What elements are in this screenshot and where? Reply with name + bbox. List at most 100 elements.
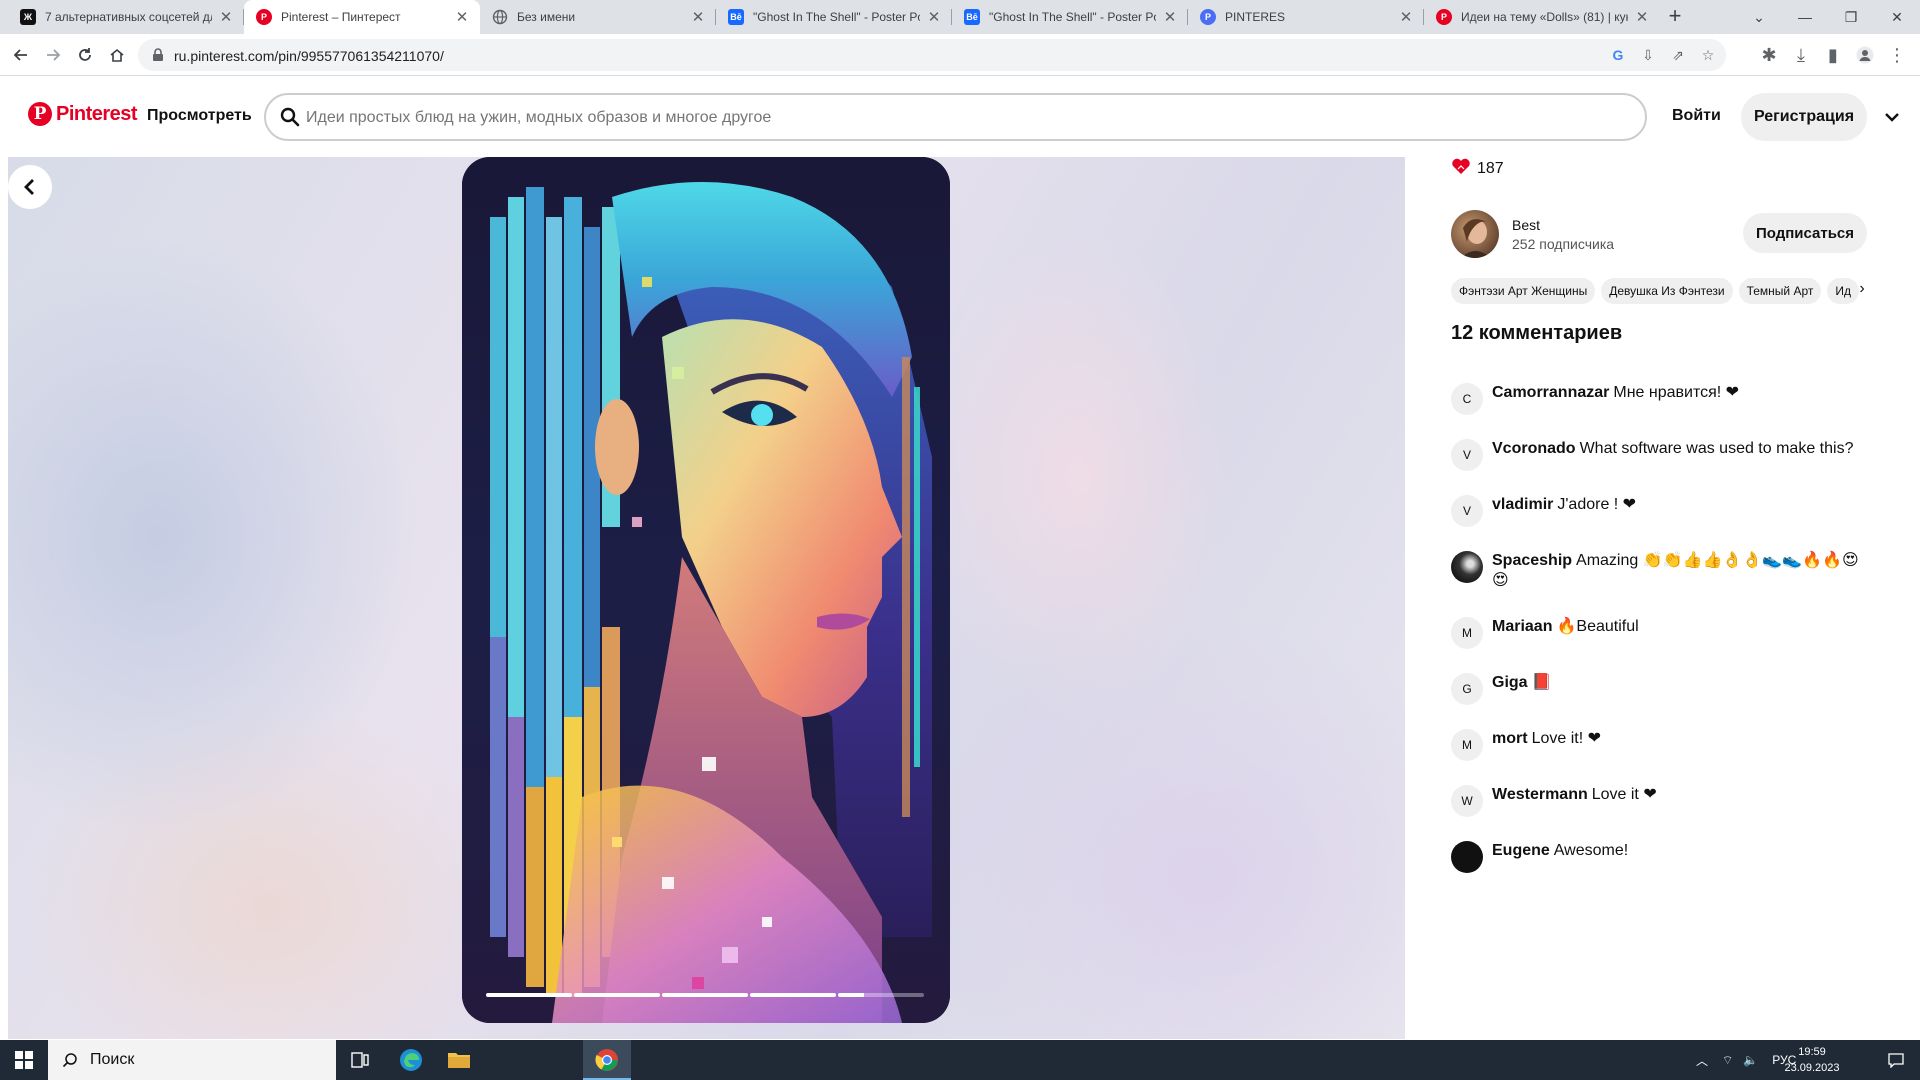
- commenter-name[interactable]: Mariaan: [1492, 618, 1552, 635]
- commenter-name[interactable]: mort: [1492, 730, 1528, 747]
- heart-reaction-icon: [1451, 157, 1471, 180]
- comment-text: J'adore ! ❤: [1557, 496, 1637, 513]
- tab-title: 7 альтернативных соцсетей для: [45, 10, 212, 24]
- taskbar-search[interactable]: Поиск: [48, 1040, 336, 1080]
- lock-icon[interactable]: [150, 47, 166, 63]
- follow-button[interactable]: Подписаться: [1743, 213, 1867, 253]
- commenter-avatar[interactable]: W: [1451, 785, 1483, 817]
- back-arrow-icon[interactable]: [8, 42, 34, 68]
- browser-tab-strip: Ж 7 альтернативных соцсетей для ✕ P Pint…: [0, 0, 1920, 34]
- commenter-avatar[interactable]: [1451, 551, 1483, 583]
- back-button[interactable]: [8, 165, 52, 209]
- search-icon: [280, 107, 300, 127]
- commenter-name[interactable]: Vcoronado: [1492, 440, 1576, 457]
- downloads-icon[interactable]: ⤓: [1788, 42, 1814, 68]
- comment-body: Vcoronado What software was used to make …: [1492, 439, 1872, 459]
- author-name[interactable]: Best: [1512, 217, 1540, 233]
- author-avatar[interactable]: [1451, 210, 1499, 258]
- minimize-icon[interactable]: —: [1782, 0, 1828, 34]
- commenter-avatar[interactable]: V: [1451, 495, 1483, 527]
- volume-icon[interactable]: 🔈: [1743, 1053, 1758, 1067]
- commenter-name[interactable]: Camorrannazar: [1492, 384, 1609, 401]
- side-panel-icon[interactable]: ▮: [1820, 42, 1846, 68]
- search-input[interactable]: Идеи простых блюд на ужин, модных образо…: [264, 93, 1647, 141]
- clock[interactable]: 19:59 23.09.2023: [1780, 1044, 1844, 1076]
- edge-icon[interactable]: [387, 1040, 435, 1080]
- commenter-avatar[interactable]: G: [1451, 673, 1483, 705]
- pinterest-icon: P: [28, 102, 52, 126]
- pinterest-header: P Pinterest Просмотреть Идеи простых блю…: [0, 76, 1920, 156]
- commenter-avatar[interactable]: M: [1451, 617, 1483, 649]
- tab-search-icon[interactable]: ⌄: [1736, 0, 1782, 34]
- home-icon[interactable]: [104, 42, 130, 68]
- chevron-right-icon[interactable]: ›: [1852, 279, 1872, 299]
- bookmark-star-icon[interactable]: ☆: [1698, 45, 1718, 65]
- commenter-name[interactable]: vladimir: [1492, 496, 1553, 513]
- commenter-name[interactable]: Giga: [1492, 674, 1528, 691]
- commenter-avatar[interactable]: V: [1451, 439, 1483, 471]
- tag-chip[interactable]: Темный Арт: [1738, 278, 1822, 304]
- commenter-name[interactable]: Spaceship: [1492, 552, 1572, 569]
- address-bar[interactable]: ru.pinterest.com/pin/995577061354211070/…: [138, 39, 1726, 71]
- browser-tab[interactable]: P PINTERES ✕: [1188, 0, 1424, 34]
- close-tab-icon[interactable]: ✕: [926, 8, 942, 26]
- share-icon[interactable]: ⇗: [1668, 45, 1688, 65]
- chevron-left-icon: [24, 179, 34, 195]
- new-tab-button[interactable]: +: [1662, 4, 1688, 30]
- progress-segment: [750, 993, 836, 997]
- commenter-avatar[interactable]: M: [1451, 729, 1483, 761]
- login-button[interactable]: Войти: [1672, 107, 1721, 125]
- install-icon[interactable]: ⇩: [1638, 45, 1658, 65]
- start-button[interactable]: [0, 1040, 48, 1080]
- profile-icon[interactable]: [1852, 42, 1878, 68]
- restore-icon[interactable]: ❐: [1828, 0, 1874, 34]
- comment-body: vladimir J'adore ! ❤: [1492, 495, 1872, 515]
- close-tab-icon[interactable]: ✕: [454, 8, 470, 26]
- pinterest-logo[interactable]: P Pinterest: [28, 102, 138, 126]
- behance-icon: Bē: [728, 9, 744, 25]
- close-tab-icon[interactable]: ✕: [1398, 8, 1414, 26]
- commenter-name[interactable]: Eugene: [1492, 842, 1550, 859]
- close-tab-icon[interactable]: ✕: [690, 8, 706, 26]
- close-tab-icon[interactable]: ✕: [1634, 8, 1650, 26]
- task-view-icon[interactable]: [336, 1040, 384, 1080]
- browser-tab[interactable]: Ж 7 альтернативных соцсетей для ✕: [8, 0, 244, 34]
- window-close-icon[interactable]: ✕: [1874, 0, 1920, 34]
- tray-chevron-icon[interactable]: ︿: [1696, 1052, 1708, 1069]
- browser-tab[interactable]: Без имени ✕: [480, 0, 716, 34]
- pinterest-icon: P: [1436, 9, 1452, 25]
- browser-tab[interactable]: P Идеи на тему «Dolls» (81) | кукл ✕: [1424, 0, 1660, 34]
- commenter-name[interactable]: Westermann: [1492, 786, 1588, 803]
- author-followers: 252 подписчика: [1512, 236, 1615, 252]
- reactions[interactable]: 187: [1451, 157, 1504, 180]
- commenter-avatar[interactable]: [1451, 841, 1483, 873]
- network-icon[interactable]: ⌔: [1722, 1053, 1733, 1068]
- tag-chip[interactable]: Девушка Из Фэнтези: [1601, 278, 1733, 304]
- browser-toolbar: ru.pinterest.com/pin/995577061354211070/…: [0, 34, 1920, 76]
- tag-chip[interactable]: Фэнтэзи Арт Женщины: [1451, 278, 1596, 304]
- browser-tab[interactable]: Bē "Ghost In The Shell" - Poster Pos ✕: [716, 0, 952, 34]
- chevron-down-icon[interactable]: [1881, 106, 1903, 128]
- file-explorer-icon[interactable]: [435, 1040, 483, 1080]
- logo-text: Pinterest: [56, 102, 138, 125]
- google-icon[interactable]: G: [1608, 45, 1628, 65]
- browser-menu-icon[interactable]: ⋮: [1884, 42, 1910, 68]
- extensions-icon[interactable]: ✱: [1756, 42, 1782, 68]
- comment-body: Giga 📕: [1492, 673, 1872, 693]
- close-tab-icon[interactable]: ✕: [218, 8, 234, 26]
- progress-segment: [838, 993, 924, 997]
- forward-arrow-icon[interactable]: [40, 42, 66, 68]
- browser-tab-active[interactable]: P Pinterest – Пинтерест ✕: [244, 0, 480, 34]
- pin-image[interactable]: [462, 157, 950, 1023]
- comment-body: Westermann Love it ❤: [1492, 785, 1872, 805]
- explore-link[interactable]: Просмотреть: [147, 107, 252, 125]
- signup-button[interactable]: Регистрация: [1741, 93, 1867, 141]
- notifications-icon[interactable]: [1872, 1040, 1920, 1080]
- close-tab-icon[interactable]: ✕: [1162, 8, 1178, 26]
- commenter-avatar[interactable]: C: [1451, 383, 1483, 415]
- chrome-icon[interactable]: [583, 1040, 631, 1080]
- url-text: ru.pinterest.com/pin/995577061354211070/: [174, 48, 444, 64]
- comment-body: mort Love it! ❤: [1492, 729, 1872, 749]
- browser-tab[interactable]: Bē "Ghost In The Shell" - Poster Pos ✕: [952, 0, 1188, 34]
- reload-icon[interactable]: [72, 42, 98, 68]
